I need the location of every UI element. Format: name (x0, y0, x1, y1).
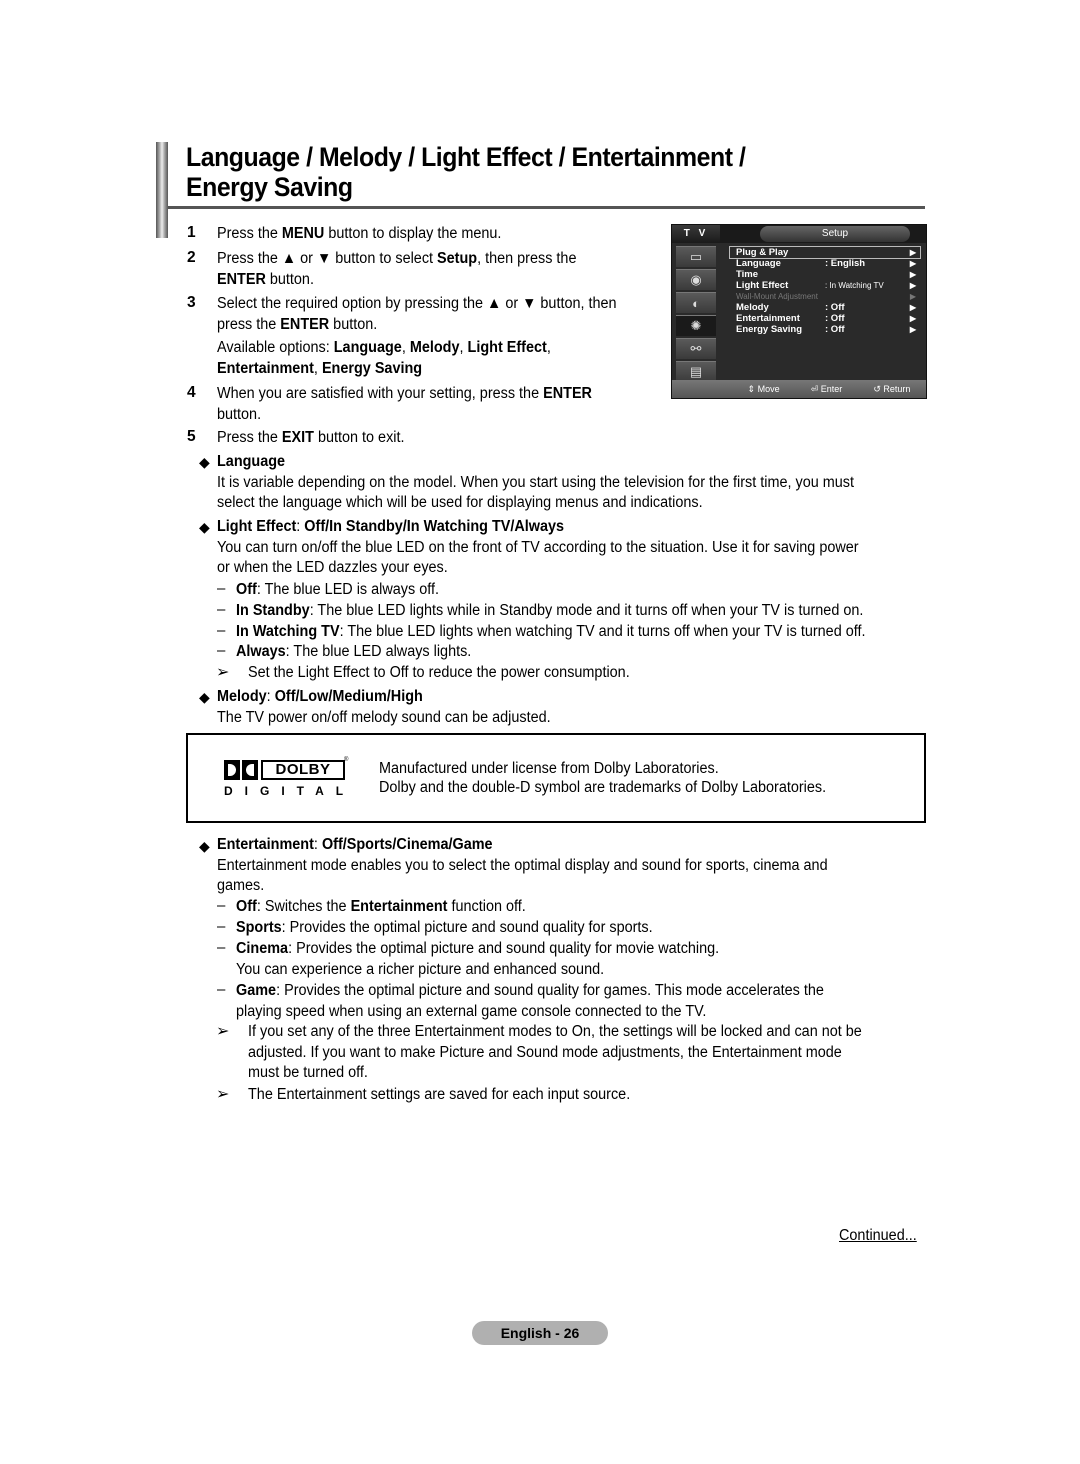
arrow-right-icon: ▶ (909, 259, 916, 268)
dash-bullet: – (217, 897, 226, 914)
diamond-bullet-icon: ◆ (199, 838, 210, 854)
up-down-icon: ⇕ (747, 384, 756, 394)
dash-bullet: – (217, 580, 226, 597)
channel-icon: ◐ (676, 292, 716, 313)
title-divider (168, 206, 925, 209)
dash-bullet: – (217, 918, 226, 935)
diamond-bullet-icon: ◆ (199, 519, 210, 535)
entertainment-item-off: Off: Switches the Entertainment function… (236, 898, 526, 915)
entertainment-note-1: If you set any of the three Entertainmen… (248, 1023, 862, 1081)
input-icon: ⚯ (676, 338, 716, 359)
dash-bullet: – (217, 642, 226, 659)
arrow-right-icon: ▶ (909, 270, 916, 279)
double-d-icon (224, 760, 258, 780)
osd-header-title: Setup (760, 226, 910, 242)
title-accent-bar (156, 142, 168, 238)
melody-heading: Melody: Off/Low/Medium/High (217, 688, 423, 705)
light-effect-section: Light Effect: Off/In Standby/In Watching… (217, 518, 859, 576)
light-effect-item-standby: In Standby: The blue LED lights while in… (236, 602, 864, 619)
step-number: 2 (187, 249, 196, 266)
osd-row-time: Time ▶ (736, 269, 916, 280)
arrow-right-icon: ▶ (909, 248, 916, 257)
osd-row-language: Language: English ▶ (736, 258, 916, 269)
osd-row-energy-saving: Energy Saving: Off ▶ (736, 324, 916, 335)
page-number-badge: English - 26 (472, 1321, 608, 1345)
continued-link: Continued... (839, 1227, 917, 1244)
page-title-line2: Energy Saving (186, 172, 353, 202)
arrow-right-icon: ▶ (909, 281, 916, 290)
dolby-digital-logo: DOLBY ® DIGITAL (224, 757, 356, 798)
page-title: Language / Melody / Light Effect / Enter… (186, 142, 848, 202)
entertainment-item-game: Game: Provides the optimal picture and s… (236, 982, 824, 1020)
language-section: Language It is variable depending on the… (217, 453, 854, 511)
step-number: 3 (187, 294, 196, 311)
light-effect-item-always: Always: The blue LED always lights. (236, 643, 472, 660)
note-arrow-icon: ➢ (216, 1086, 230, 1103)
step-2-text: Press the ▲ or ▼ button to select Setup,… (217, 250, 577, 288)
osd-return-hint: ↺ Return (873, 384, 911, 394)
step-number: 5 (187, 428, 196, 445)
light-effect-item-off: Off: The blue LED is always off. (236, 581, 439, 598)
arrow-right-icon: ▶ (909, 292, 916, 301)
note-arrow-icon: ➢ (216, 664, 230, 681)
arrow-right-icon: ▶ (909, 303, 916, 312)
osd-row-light-effect: Light Effect: In Watching TV ▶ (736, 280, 916, 291)
entertainment-note-2: The Entertainment settings are saved for… (248, 1086, 631, 1103)
entertainment-item-cinema: Cinema: Provides the optimal picture and… (236, 940, 720, 978)
light-effect-item-watching: In Watching TV: The blue LED lights when… (236, 623, 866, 640)
arrow-right-icon: ▶ (909, 325, 916, 334)
enter-icon: ⏎ (810, 384, 819, 394)
entertainment-item-sports: Sports: Provides the optimal picture and… (236, 919, 653, 936)
osd-menu-list: Plug & Play ▶ Language: English ▶ Time ▶ Li… (729, 246, 921, 335)
light-effect-note: Set the Light Effect to Off to reduce th… (248, 664, 630, 681)
dash-bullet: – (217, 601, 226, 618)
return-icon: ↺ (873, 384, 881, 394)
step-number: 4 (187, 384, 196, 401)
language-heading: Language (217, 453, 286, 470)
osd-row-melody: Melody: Off ▶ (736, 302, 916, 313)
light-effect-heading: Light Effect: Off/In Standby/In Watching… (217, 518, 565, 535)
osd-row-plug-and-play: Plug & Play ▶ (729, 246, 921, 259)
osd-enter-hint: ⏎ Enter (810, 384, 843, 394)
dash-bullet: – (217, 622, 226, 639)
page-title-line1: Language / Melody / Light Effect / Enter… (186, 142, 746, 172)
dash-bullet: – (217, 981, 226, 998)
entertainment-heading: Entertainment: Off/Sports/Cinema/Game (217, 836, 493, 853)
osd-row-entertainment: Entertainment: Off ▶ (736, 313, 916, 324)
step-number: 1 (187, 224, 196, 241)
osd-side-menu: ▭ ◉ ◐ ✺ ⚯ ▤ (672, 243, 720, 383)
sound-icon: ◉ (676, 269, 716, 290)
application-icon: ▤ (676, 361, 716, 382)
step-5-text: Press the EXIT button to exit. (217, 429, 405, 446)
osd-header: Setup (720, 225, 926, 243)
osd-row-wall-mount: Wall-Mount Adjustment ▶ (736, 292, 916, 301)
diamond-bullet-icon: ◆ (199, 454, 210, 470)
arrow-right-icon: ▶ (909, 314, 916, 323)
entertainment-section: Entertainment: Off/Sports/Cinema/Game En… (217, 836, 828, 894)
note-arrow-icon: ➢ (216, 1023, 230, 1040)
osd-move-hint: ⇕ Move (747, 384, 780, 394)
diamond-bullet-icon: ◆ (199, 689, 210, 705)
setup-icon: ✺ (676, 315, 716, 336)
osd-tv-label: T V (672, 225, 720, 243)
melody-section: Melody: Off/Low/Medium/High The TV power… (217, 688, 551, 726)
dolby-notice-text: Manufactured under license from Dolby La… (379, 760, 827, 796)
picture-icon: ▭ (676, 246, 716, 267)
dolby-license-notice: DOLBY ® DIGITAL Manufactured under licen… (186, 733, 926, 823)
osd-footer: ⇕ Move ⏎ Enter ↺ Return (672, 380, 926, 398)
tv-setup-menu-screenshot: T V Setup ▭ ◉ ◐ ✺ ⚯ ▤ Plug & Play ▶ Langu… (671, 224, 927, 399)
step-1-text: Press the MENU button to display the men… (217, 225, 502, 242)
step-4-text: When you are satisfied with your setting… (217, 385, 592, 423)
dash-bullet: – (217, 939, 226, 956)
step-3-text: Select the required option by pressing t… (217, 295, 617, 377)
